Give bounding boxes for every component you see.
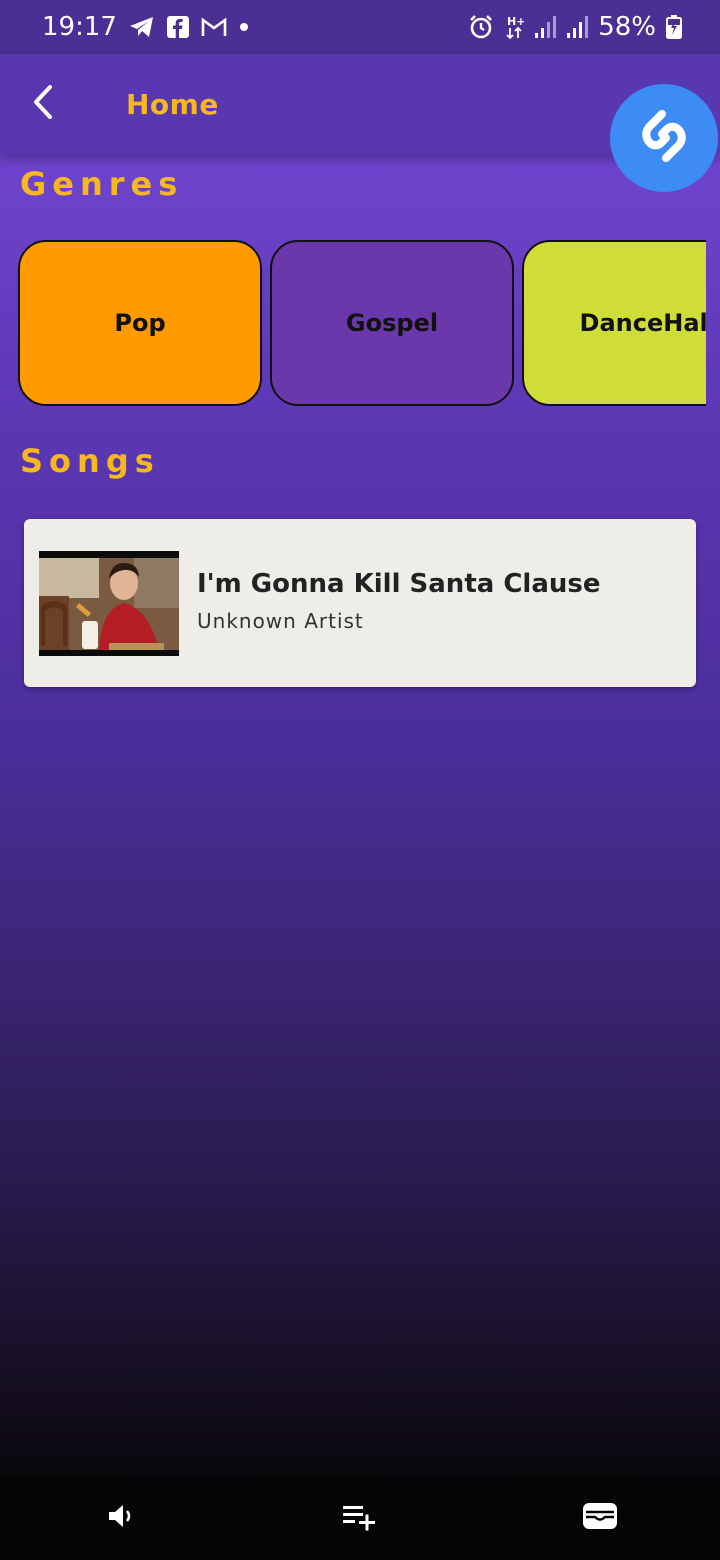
genre-card-dancehall[interactable]: DanceHall [522, 240, 706, 406]
gmail-icon [201, 17, 227, 37]
status-bar: 19:17 H+ 58% [0, 0, 720, 54]
shazam-icon [632, 104, 696, 172]
data-arrows-icon: H+ [504, 14, 524, 40]
genre-card-gospel[interactable]: Gospel [270, 240, 514, 406]
signal-icon [566, 15, 589, 39]
status-right: H+ 58% [468, 12, 682, 42]
genres-title: Genres [20, 165, 184, 203]
song-artist: Unknown Artist [197, 609, 364, 633]
status-time: 19:17 [42, 12, 117, 42]
svg-text:H+: H+ [507, 15, 524, 28]
battery-percent: 58% [598, 12, 656, 42]
wallet-button[interactable] [578, 1496, 622, 1540]
video-thumbnail [39, 551, 179, 656]
battery-icon [666, 15, 682, 39]
alarm-icon [468, 14, 494, 40]
bottom-nav [0, 1476, 720, 1560]
facebook-icon [166, 16, 189, 38]
genre-label: Pop [114, 309, 166, 337]
volume-icon [105, 1501, 135, 1535]
back-button[interactable] [16, 76, 72, 132]
playlist-add-icon [341, 1501, 379, 1535]
genres-list: Pop Gospel DanceHall [18, 240, 706, 408]
song-list-item[interactable]: I'm Gonna Kill Santa Clause Unknown Arti… [24, 519, 696, 687]
dot-icon [239, 22, 249, 32]
volume-button[interactable] [98, 1496, 142, 1540]
genre-card-pop[interactable]: Pop [18, 240, 262, 406]
song-title: I'm Gonna Kill Santa Clause [197, 569, 601, 599]
wallet-icon [581, 1501, 619, 1535]
playlist-add-button[interactable] [338, 1496, 382, 1540]
shazam-button[interactable] [610, 84, 718, 192]
signal-icon [534, 15, 557, 39]
genre-label: Gospel [345, 309, 439, 337]
status-left: 19:17 [42, 12, 249, 42]
telegram-icon [129, 16, 155, 38]
songs-title: Songs [20, 442, 160, 480]
back-arrow-icon [30, 84, 58, 124]
page-title: Home [126, 87, 219, 121]
genre-label: DanceHall [579, 309, 706, 337]
